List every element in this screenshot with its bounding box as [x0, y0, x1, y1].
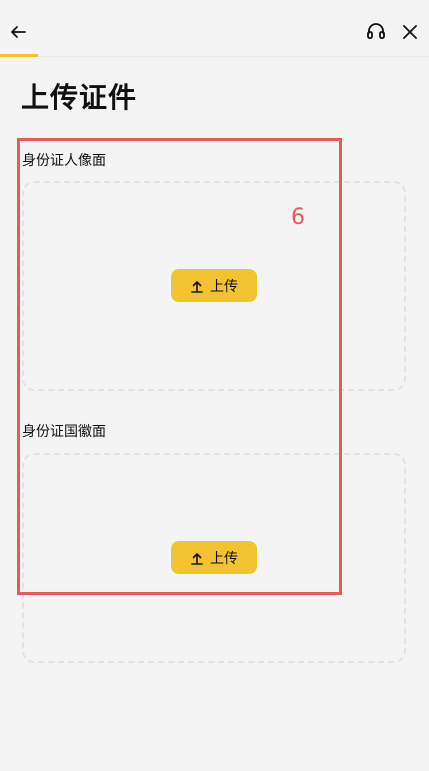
arrow-left-icon — [11, 26, 26, 38]
progress-indicator — [0, 54, 38, 57]
upload-id-back-button[interactable]: 上传 — [171, 541, 257, 574]
upload-arrow-icon — [190, 551, 204, 565]
id-front-label: 身份证人像面 — [22, 153, 106, 169]
upload-button-label: 上传 — [210, 550, 238, 567]
top-nav-bar — [0, 0, 429, 57]
back-button[interactable] — [6, 20, 30, 44]
upload-arrow-icon — [190, 279, 204, 293]
annotation-number: 6 — [291, 205, 305, 230]
customer-support-button[interactable] — [364, 20, 388, 44]
headset-icon — [367, 23, 385, 39]
close-button[interactable] — [398, 20, 422, 44]
page-title: 上传证件 — [21, 81, 138, 114]
close-icon — [403, 25, 417, 39]
upload-id-front-button[interactable]: 上传 — [171, 269, 257, 302]
id-back-label: 身份证国徽面 — [22, 424, 106, 440]
upload-button-label: 上传 — [210, 278, 238, 295]
